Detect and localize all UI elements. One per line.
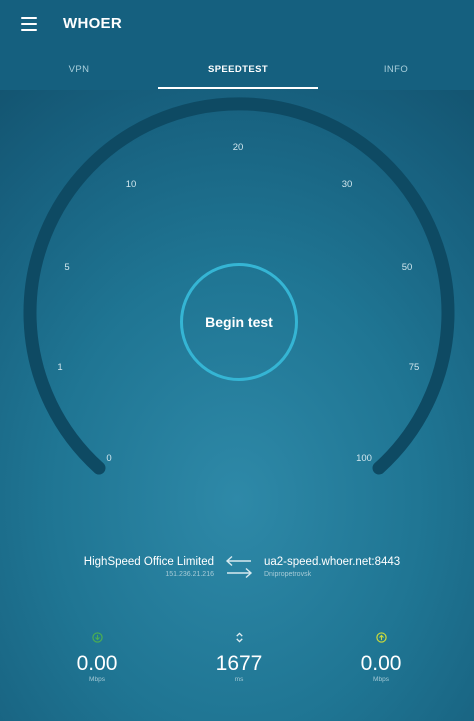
tab-vpn[interactable]: VPN	[0, 48, 158, 90]
download-stat: 0.00 Mbps	[47, 632, 147, 683]
app-title: WHOER	[63, 15, 122, 32]
local-ip-address: 151.236.21.216	[165, 571, 214, 578]
gauge-tick-label: 50	[402, 262, 413, 273]
upload-unit: Mbps	[373, 676, 389, 683]
download-unit: Mbps	[89, 676, 105, 683]
ping-unit: ms	[234, 676, 244, 683]
local-server-info: HighSpeed Office Limited 151.236.21.216	[84, 556, 214, 578]
upload-value: 0.00	[360, 652, 402, 675]
gauge-tick-label: 75	[409, 362, 420, 373]
upload-stat: 0.00 Mbps	[331, 632, 431, 683]
upload-icon	[375, 632, 387, 643]
gauge-tick-label: 5	[64, 262, 69, 273]
begin-test-button[interactable]: Begin test	[180, 263, 298, 381]
remote-server-info: ua2-speed.whoer.net:8443 Dnipropetrovsk	[264, 556, 400, 578]
gauge-tick-label: 10	[126, 179, 137, 190]
gauge-tick-label: 100	[356, 453, 372, 464]
tab-bar: VPN SPEEDTEST INFO	[0, 48, 474, 90]
gauge-tick-label: 0	[106, 453, 111, 464]
tab-speedtest[interactable]: SPEEDTEST	[158, 48, 318, 90]
download-value: 0.00	[76, 652, 118, 675]
download-icon	[91, 632, 103, 643]
ping-value: 1677	[215, 652, 263, 675]
gauge-tick-label: 20	[233, 142, 244, 153]
remote-server-city: Dnipropetrovsk	[264, 571, 312, 578]
swap-arrows-icon	[225, 555, 253, 579]
local-provider-name: HighSpeed Office Limited	[83, 556, 214, 568]
gauge-tick-label: 30	[342, 179, 353, 190]
ping-stat: 1677 ms	[189, 632, 289, 683]
app-bar: WHOER	[0, 0, 474, 48]
active-tab-indicator	[158, 87, 318, 89]
ping-icon	[235, 632, 243, 643]
gauge-tick-label: 1	[57, 362, 62, 373]
remote-server-host: ua2-speed.whoer.net:8443	[264, 556, 401, 568]
tab-info[interactable]: INFO	[318, 48, 474, 90]
menu-icon[interactable]	[21, 17, 37, 31]
